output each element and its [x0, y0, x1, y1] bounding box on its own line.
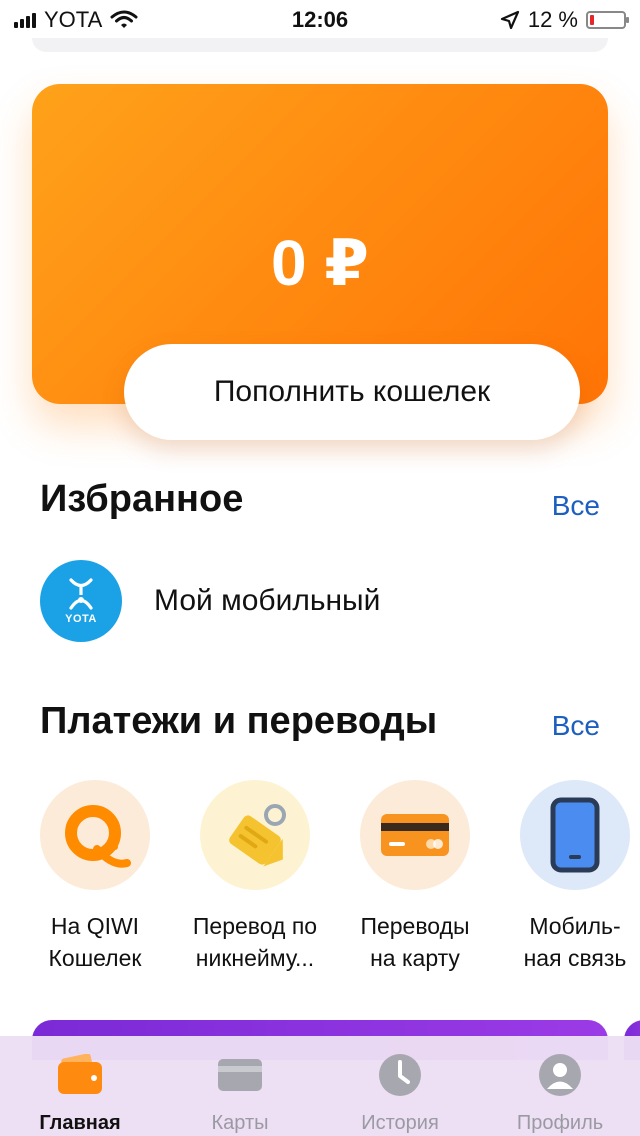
- yota-logo-icon: YOTA: [40, 560, 122, 642]
- bottom-nav: Главная Карты История Профиль: [0, 1036, 640, 1136]
- payment-tile-qiwi-wallet[interactable]: На QIWI Кошелек: [20, 780, 170, 974]
- nav-item-history[interactable]: История: [325, 1050, 475, 1135]
- payments-title: Платежи и переводы: [40, 700, 438, 742]
- nav-label-profile: Профиль: [516, 1112, 604, 1134]
- yota-logo-text: YOTA: [65, 613, 97, 625]
- payment-tile-nickname-transfer[interactable]: Перевод по никнейму...: [180, 780, 330, 974]
- smartphone-icon-wrap: [520, 780, 630, 890]
- balance-amount: 0 ₽: [271, 227, 369, 299]
- battery-percent: 12 %: [527, 7, 578, 32]
- payments-see-all-link[interactable]: Все: [552, 710, 600, 742]
- status-left: YOTA: [14, 7, 138, 33]
- battery-fill: [590, 15, 594, 25]
- tile-label-line1: На QIWI: [50, 913, 140, 939]
- nav-label-home: Главная: [39, 1112, 121, 1134]
- bank-card-icon: [381, 814, 449, 856]
- qiwi-icon: [65, 805, 131, 868]
- card-icon: [216, 1050, 264, 1100]
- favorites-see-all-link[interactable]: Все: [552, 490, 600, 522]
- nav-label-history: История: [361, 1112, 439, 1134]
- payment-tile-mobile[interactable]: Мобиль- ная связь: [500, 780, 640, 974]
- carrier-name: YOTA: [44, 7, 103, 32]
- favorites-title: Избранное: [40, 478, 244, 520]
- payment-tile-label: Переводы на карту: [340, 910, 490, 974]
- tile-label-line1: Перевод по: [192, 913, 318, 939]
- favorite-item-my-mobile[interactable]: YOTA Мой мобильный: [40, 560, 600, 642]
- status-bar: YOTA 12:06 12 %: [0, 0, 640, 40]
- clock-icon: [377, 1050, 423, 1100]
- status-right: 12 %: [500, 7, 629, 33]
- favorite-item-label: Мой мобильный: [154, 584, 381, 617]
- battery-icon: [586, 11, 629, 29]
- nav-label-cards: Карты: [211, 1112, 269, 1134]
- price-tag-icon: [229, 804, 286, 867]
- top-card-edge: [32, 38, 608, 52]
- balance-card: 0 ₽ Пополнить кошелек: [32, 84, 608, 440]
- smartphone-icon: [550, 797, 600, 873]
- tile-label-line2: на карту: [370, 945, 460, 971]
- wifi-icon: [110, 10, 138, 28]
- tile-label-line2: никнейму...: [195, 945, 315, 971]
- location-arrow-icon: [500, 10, 519, 30]
- topup-wallet-button[interactable]: Пополнить кошелек: [124, 344, 580, 440]
- payment-tile-card-transfer[interactable]: Переводы на карту: [340, 780, 490, 974]
- payment-tile-label: Перевод по никнейму...: [180, 910, 330, 974]
- payment-tile-label: Мобиль- ная связь: [500, 910, 640, 974]
- wallet-icon: [56, 1050, 104, 1100]
- signal-icon: [14, 12, 36, 28]
- nav-item-profile[interactable]: Профиль: [485, 1050, 635, 1135]
- bank-card-icon-wrap: [360, 780, 470, 890]
- tile-label-line1: Мобиль-: [529, 913, 621, 939]
- payment-tile-label: На QIWI Кошелек: [20, 910, 170, 974]
- tile-label-line2: Кошелек: [48, 945, 142, 971]
- qiwi-icon-wrap: [40, 780, 150, 890]
- tile-label-line1: Переводы: [360, 913, 470, 939]
- price-tag-icon-wrap: [200, 780, 310, 890]
- profile-icon: [537, 1050, 583, 1100]
- nav-item-home[interactable]: Главная: [5, 1050, 155, 1135]
- nav-item-cards[interactable]: Карты: [165, 1050, 315, 1135]
- tile-label-line2: ная связь: [523, 945, 627, 971]
